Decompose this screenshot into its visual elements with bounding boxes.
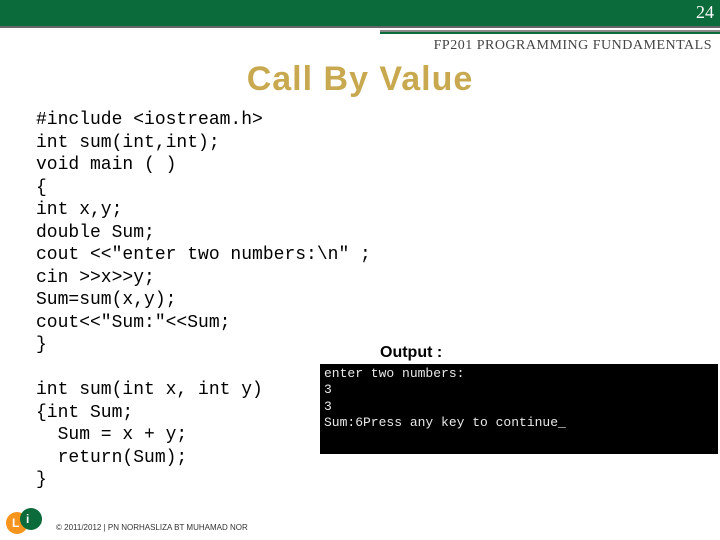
output-label: Output : (380, 344, 442, 362)
page-number: 24 (696, 2, 714, 23)
slide-title: Call By Value (0, 60, 720, 99)
course-label: FP201 PROGRAMMING FUNDAMENTALS (0, 34, 720, 54)
console-output: enter two numbers: 3 3 Sum:6Press any ke… (320, 364, 718, 454)
logo: L i S (6, 508, 52, 536)
copyright-text: © 2011/2012 | PN NORHASLIZA BT MUHAMAD N… (56, 523, 248, 532)
slide-header-bar: 24 (0, 0, 720, 28)
